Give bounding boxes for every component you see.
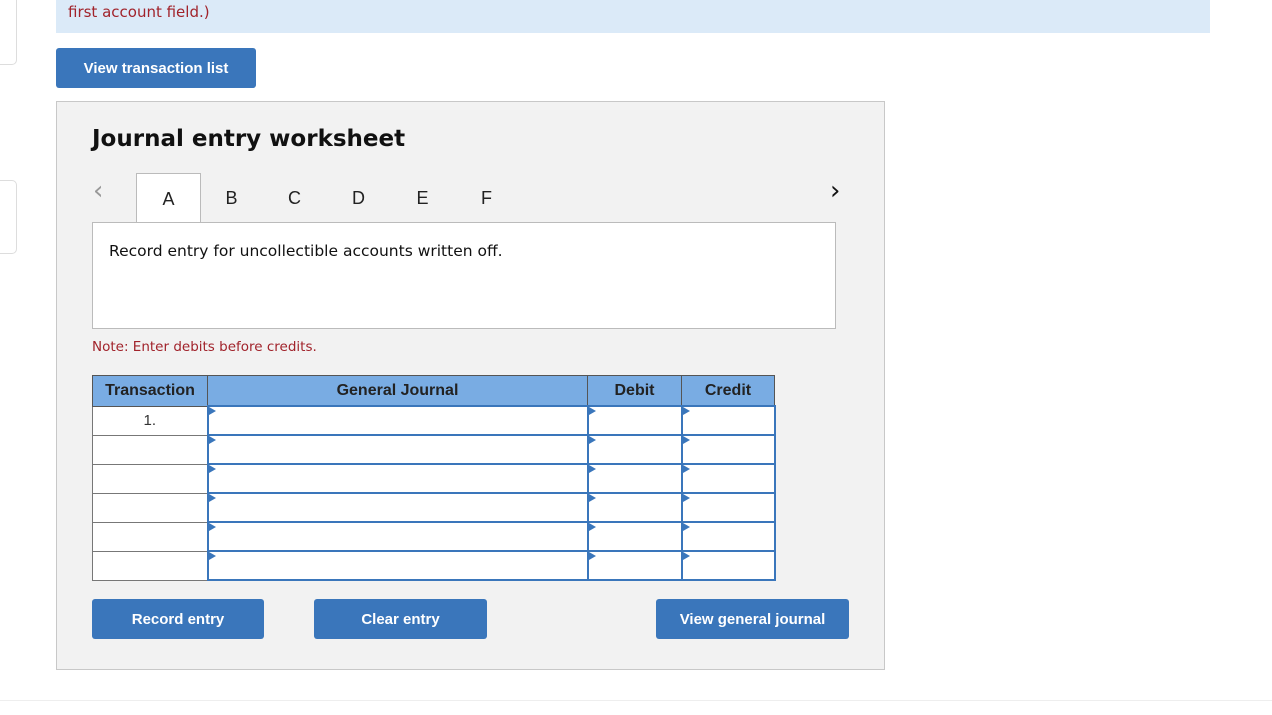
credit-input[interactable] xyxy=(680,405,776,436)
col-debit: Debit xyxy=(587,375,682,407)
account-input[interactable] xyxy=(206,492,589,523)
view-transaction-list-button[interactable]: View transaction list xyxy=(56,48,256,88)
journal-entry-worksheet: Journal entry worksheet ‹ A B C D E F › … xyxy=(56,101,885,670)
side-card xyxy=(0,0,17,65)
debit-input[interactable] xyxy=(586,434,683,465)
view-general-journal-button[interactable]: View general journal xyxy=(656,599,849,639)
account-input[interactable] xyxy=(206,550,589,581)
entry-description: Record entry for uncollectible accounts … xyxy=(92,222,836,329)
tab-b[interactable]: B xyxy=(200,173,263,223)
table-row xyxy=(92,434,776,465)
transaction-number: 1. xyxy=(92,405,208,436)
footer-divider xyxy=(0,700,1272,701)
transaction-number xyxy=(92,492,208,523)
credit-input[interactable] xyxy=(680,434,776,465)
credit-input[interactable] xyxy=(680,463,776,494)
col-transaction: Transaction xyxy=(92,375,208,407)
account-input[interactable] xyxy=(206,521,589,552)
clear-entry-button[interactable]: Clear entry xyxy=(314,599,487,639)
instruction-banner: first account field.) xyxy=(56,0,1210,33)
transaction-number xyxy=(92,434,208,465)
credit-input[interactable] xyxy=(680,521,776,552)
table-row xyxy=(92,521,776,552)
tab-d[interactable]: D xyxy=(327,173,390,223)
table-row: 1. xyxy=(92,405,776,436)
table-row xyxy=(92,463,776,494)
account-input[interactable] xyxy=(206,463,589,494)
credit-input[interactable] xyxy=(680,550,776,581)
journal-table: Transaction General Journal Debit Credit… xyxy=(92,375,776,581)
col-credit: Credit xyxy=(681,375,775,407)
note-text: Note: Enter debits before credits. xyxy=(92,339,317,355)
chevron-left-icon[interactable]: ‹ xyxy=(93,176,103,206)
debit-input[interactable] xyxy=(586,492,683,523)
debit-input[interactable] xyxy=(586,405,683,436)
col-general-journal: General Journal xyxy=(207,375,588,407)
tab-f[interactable]: F xyxy=(455,173,518,223)
tab-e[interactable]: E xyxy=(391,173,454,223)
account-input[interactable] xyxy=(206,405,589,436)
instruction-text: first account field.) xyxy=(68,3,210,21)
worksheet-title: Journal entry worksheet xyxy=(92,126,406,152)
table-row xyxy=(92,492,776,523)
record-entry-button[interactable]: Record entry xyxy=(92,599,264,639)
chevron-right-icon[interactable]: › xyxy=(830,176,840,206)
transaction-number xyxy=(92,550,208,581)
description-text: Record entry for uncollectible accounts … xyxy=(109,242,503,260)
debit-input[interactable] xyxy=(586,550,683,581)
table-row xyxy=(92,550,776,581)
tab-a[interactable]: A xyxy=(136,173,201,224)
debit-input[interactable] xyxy=(586,463,683,494)
side-card xyxy=(0,180,17,254)
account-input[interactable] xyxy=(206,434,589,465)
transaction-number xyxy=(92,521,208,552)
transaction-number xyxy=(92,463,208,494)
tab-c[interactable]: C xyxy=(263,173,326,223)
debit-input[interactable] xyxy=(586,521,683,552)
credit-input[interactable] xyxy=(680,492,776,523)
